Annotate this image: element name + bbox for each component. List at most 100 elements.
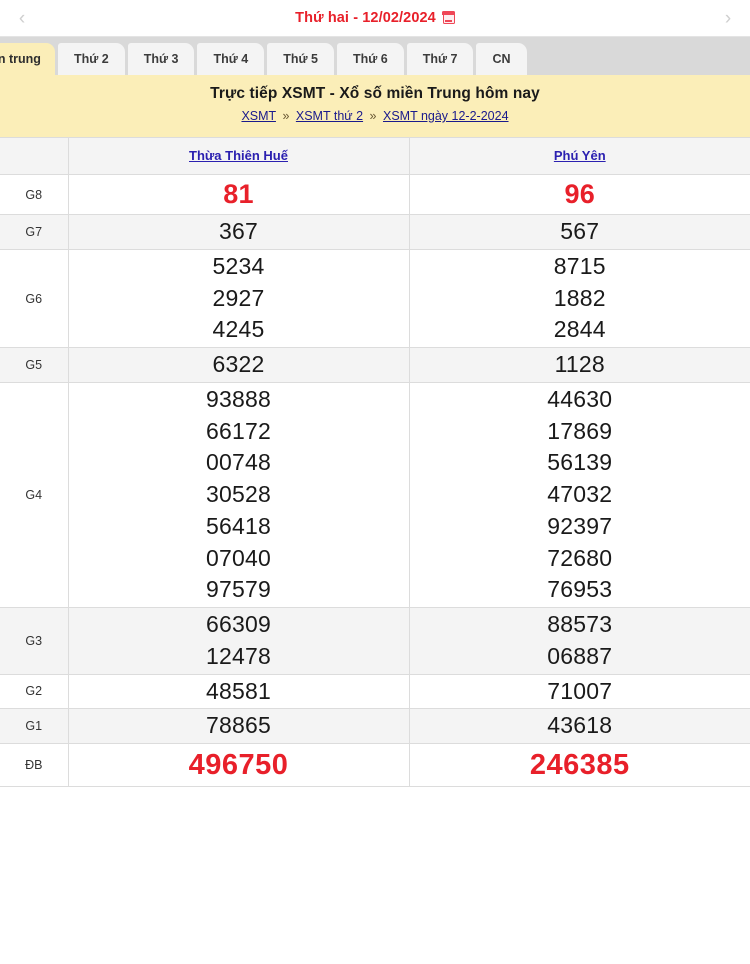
breadcrumb-separator: »: [279, 109, 292, 123]
prize-number: 78865: [70, 710, 408, 742]
prize-number: 06887: [411, 641, 750, 673]
calendar-icon[interactable]: [443, 12, 455, 24]
prize-values-g4-col2: 44630 17869 56139 47032 92397 72680 7695…: [409, 382, 750, 607]
prize-number: 76953: [411, 574, 750, 606]
breadcrumb-item-date[interactable]: XSMT ngày 12-2-2024: [383, 109, 509, 123]
prize-values-g1-col2: 43618: [409, 709, 750, 744]
date-text: Thứ hai - 12/02/2024: [295, 10, 436, 26]
prize-number: 17869: [411, 416, 750, 448]
prize-label-db: ĐB: [0, 744, 68, 787]
prize-number: 246385: [411, 745, 750, 785]
prize-label-g2: G2: [0, 674, 68, 709]
page-title: Trực tiếp XSMT - Xổ số miền Trung hôm na…: [0, 85, 750, 103]
prize-number: 567: [411, 216, 750, 248]
prize-number: 44630: [411, 384, 750, 416]
table-row-g7: G7 367 567: [0, 215, 750, 250]
date-navigation-bar: ‹ Thứ hai - 12/02/2024 ›: [0, 0, 750, 37]
prize-label-g5: G5: [0, 348, 68, 383]
lottery-results-table: Thừa Thiên Huế Phú Yên G8 81 96 G7 367 5…: [0, 137, 750, 787]
prize-values-g8-col1: 81: [68, 175, 409, 215]
prize-number: 4245: [70, 314, 408, 346]
table-header-row: Thừa Thiên Huế Phú Yên: [0, 138, 750, 175]
prize-number: 47032: [411, 479, 750, 511]
prize-number: 07040: [70, 543, 408, 575]
table-row-g1: G1 78865 43618: [0, 709, 750, 744]
prize-number: 43618: [411, 710, 750, 742]
tab-thu-3[interactable]: Thứ 3: [128, 43, 195, 75]
prize-label-g8: G8: [0, 175, 68, 215]
tab-thu-2[interactable]: Thứ 2: [58, 43, 125, 75]
prize-number: 71007: [411, 676, 750, 708]
prize-values-g3-col1: 66309 12478: [68, 608, 409, 674]
prize-label-g4: G4: [0, 382, 68, 607]
prize-number: 1882: [411, 283, 750, 315]
prize-number: 6322: [70, 349, 408, 381]
table-row-g4: G4 93888 66172 00748 30528 56418 07040 9…: [0, 382, 750, 607]
page-banner: Trực tiếp XSMT - Xổ số miền Trung hôm na…: [0, 75, 750, 137]
prize-number: 1128: [411, 349, 750, 381]
prize-values-db-col1: 496750: [68, 744, 409, 787]
tab-cn[interactable]: CN: [476, 43, 526, 75]
weekday-tab-strip: liền trung Thứ 2 Thứ 3 Thứ 4 Thứ 5 Thứ 6…: [0, 37, 750, 75]
prize-values-g7-col1: 367: [68, 215, 409, 250]
prize-label-g3: G3: [0, 608, 68, 674]
prize-number: 12478: [70, 641, 408, 673]
table-row-g8: G8 81 96: [0, 175, 750, 215]
table-row-g3: G3 66309 12478 88573 06887: [0, 608, 750, 674]
table-row-db: ĐB 496750 246385: [0, 744, 750, 787]
prize-values-g7-col2: 567: [409, 215, 750, 250]
prize-label-g7: G7: [0, 215, 68, 250]
prize-number: 72680: [411, 543, 750, 575]
prize-values-g2-col2: 71007: [409, 674, 750, 709]
prize-number: 66172: [70, 416, 408, 448]
breadcrumb: XSMT » XSMT thứ 2 » XSMT ngày 12-2-2024: [0, 109, 750, 123]
province-link-phu-yen[interactable]: Phú Yên: [554, 148, 606, 163]
prize-number: 48581: [70, 676, 408, 708]
prize-number: 56418: [70, 511, 408, 543]
prize-number: 96: [411, 176, 750, 213]
chevron-right-icon[interactable]: ›: [706, 0, 750, 36]
prize-values-g8-col2: 96: [409, 175, 750, 215]
prize-values-g6-col1: 5234 2927 4245: [68, 249, 409, 347]
header-blank-cell: [0, 138, 68, 175]
prize-label-g1: G1: [0, 709, 68, 744]
prize-values-g6-col2: 8715 1882 2844: [409, 249, 750, 347]
prize-number: 367: [70, 216, 408, 248]
prize-number: 92397: [411, 511, 750, 543]
tab-thu-4[interactable]: Thứ 4: [197, 43, 264, 75]
table-row-g2: G2 48581 71007: [0, 674, 750, 709]
table-row-g6: G6 5234 2927 4245 8715 1882 2844: [0, 249, 750, 347]
prize-values-db-col2: 246385: [409, 744, 750, 787]
prize-values-g5-col2: 1128: [409, 348, 750, 383]
prize-number: 81: [70, 176, 408, 213]
tab-thu-6[interactable]: Thứ 6: [337, 43, 404, 75]
header-province-1: Thừa Thiên Huế: [68, 138, 409, 175]
breadcrumb-item-xsmt[interactable]: XSMT: [241, 109, 276, 123]
prize-number: 2927: [70, 283, 408, 315]
breadcrumb-separator: »: [367, 109, 380, 123]
prize-number: 56139: [411, 447, 750, 479]
prize-values-g1-col1: 78865: [68, 709, 409, 744]
tab-thu-7[interactable]: Thứ 7: [407, 43, 474, 75]
prize-number: 88573: [411, 609, 750, 641]
tab-mien-trung[interactable]: liền trung: [0, 43, 55, 75]
prize-number: 93888: [70, 384, 408, 416]
prize-values-g5-col1: 6322: [68, 348, 409, 383]
breadcrumb-item-weekday[interactable]: XSMT thứ 2: [296, 109, 363, 123]
prize-number: 00748: [70, 447, 408, 479]
prize-number: 2844: [411, 314, 750, 346]
prize-values-g4-col1: 93888 66172 00748 30528 56418 07040 9757…: [68, 382, 409, 607]
chevron-left-icon[interactable]: ‹: [0, 0, 44, 36]
table-body: G8 81 96 G7 367 567 G6 5234 2927 4245: [0, 175, 750, 787]
prize-values-g2-col1: 48581: [68, 674, 409, 709]
tab-thu-5[interactable]: Thứ 5: [267, 43, 334, 75]
prize-number: 5234: [70, 251, 408, 283]
prize-values-g3-col2: 88573 06887: [409, 608, 750, 674]
prize-number: 8715: [411, 251, 750, 283]
prize-number: 496750: [70, 745, 408, 785]
current-date-label[interactable]: Thứ hai - 12/02/2024: [295, 10, 455, 26]
province-link-thua-thien-hue[interactable]: Thừa Thiên Huế: [189, 148, 288, 163]
prize-label-g6: G6: [0, 249, 68, 347]
prize-number: 66309: [70, 609, 408, 641]
table-row-g5: G5 6322 1128: [0, 348, 750, 383]
